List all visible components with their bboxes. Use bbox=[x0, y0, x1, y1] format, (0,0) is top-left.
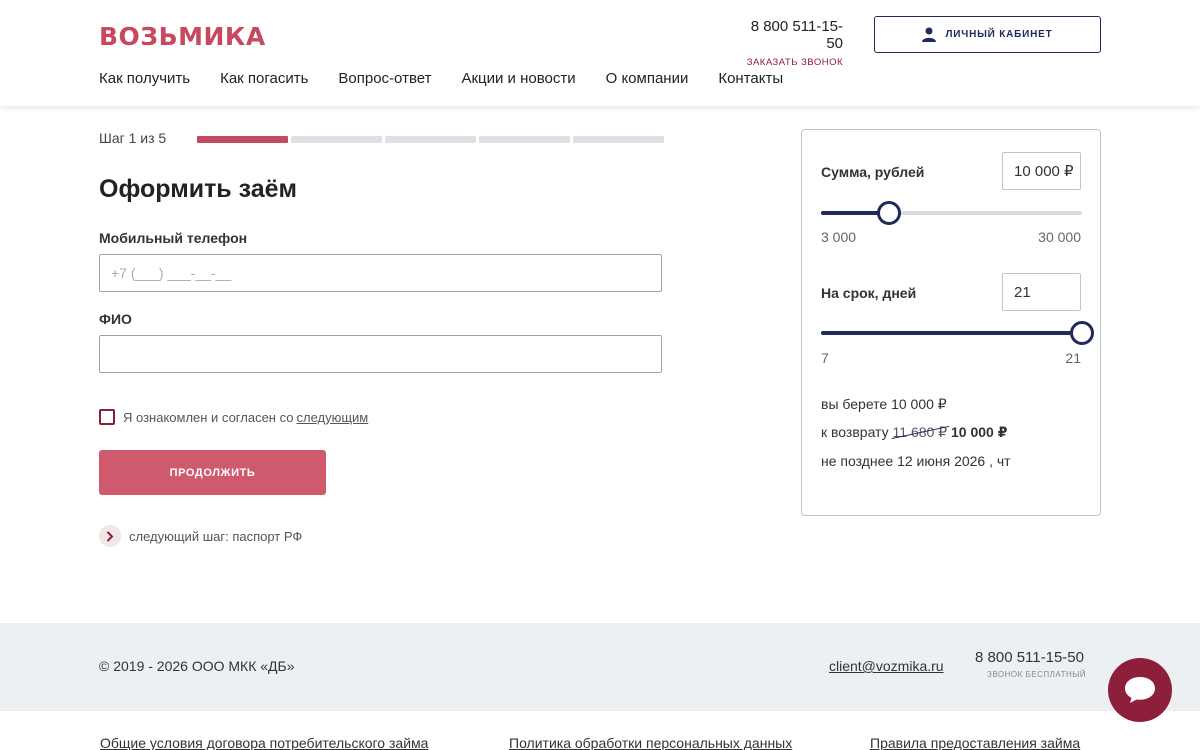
footer-link-general-terms[interactable]: Общие условия договора потребительского … bbox=[100, 735, 428, 750]
term-slider[interactable] bbox=[821, 321, 1094, 345]
step-progress-segment bbox=[479, 136, 570, 143]
page-title: Оформить заём bbox=[99, 175, 298, 203]
chat-bubble-icon bbox=[1125, 677, 1155, 703]
nav-item-about[interactable]: О компании bbox=[606, 70, 689, 87]
next-step-hint: следующий шаг: паспорт РФ bbox=[99, 525, 302, 547]
term-max: 21 bbox=[1065, 350, 1081, 366]
nav-item-contacts[interactable]: Контакты bbox=[718, 70, 783, 87]
footer-link-privacy-policy[interactable]: Политика обработки персональных данных bbox=[509, 735, 792, 750]
return-prefix: к возврату bbox=[821, 424, 889, 440]
footer-link-loan-rules[interactable]: Правила предоставления займа bbox=[870, 735, 1080, 750]
personal-cabinet-label: ЛИЧНЫЙ КАБИНЕТ bbox=[945, 29, 1053, 40]
header-phone-block: 8 800 511-15-50 заказать звонок bbox=[735, 18, 843, 68]
agreement-checkbox[interactable] bbox=[99, 409, 115, 425]
header-phone[interactable]: 8 800 511-15-50 bbox=[735, 18, 843, 52]
step-progress-segment bbox=[573, 136, 664, 143]
agreement-text: Я ознакомлен и согласен со bbox=[123, 409, 294, 425]
term-slider-thumb[interactable] bbox=[1070, 321, 1094, 345]
chevron-right-icon bbox=[99, 525, 121, 547]
fio-input[interactable] bbox=[99, 335, 662, 373]
loan-calculator: Сумма, рублей 10 000 ₽ 3 000 30 000 На с… bbox=[801, 129, 1101, 516]
step-progress-segment bbox=[197, 136, 288, 143]
logo[interactable]: ВОЗЬМИКА bbox=[99, 22, 266, 51]
amount-min: 3 000 bbox=[821, 229, 857, 245]
term-min: 7 bbox=[821, 350, 829, 366]
fio-label: ФИО bbox=[99, 311, 132, 327]
personal-cabinet-button[interactable]: ЛИЧНЫЙ КАБИНЕТ bbox=[874, 16, 1101, 53]
step-progress-segment bbox=[385, 136, 476, 143]
chat-button[interactable] bbox=[1108, 658, 1172, 722]
term-input[interactable]: 21 bbox=[1002, 273, 1081, 311]
nav-item-news[interactable]: Акции и новости bbox=[461, 70, 575, 87]
next-step-text: следующий шаг: паспорт РФ bbox=[129, 528, 303, 544]
take-amount: вы берете 10 000 ₽ bbox=[821, 396, 947, 412]
deadline: не позднее 12 июня 2026 , чт bbox=[821, 453, 1011, 469]
footer-free-call: звонок бесплатный bbox=[987, 670, 1087, 679]
user-icon bbox=[922, 27, 937, 42]
amount-slider[interactable] bbox=[821, 201, 1082, 225]
amount-label: Сумма, рублей bbox=[821, 164, 925, 180]
nav-item-how-to-get[interactable]: Как получить bbox=[99, 70, 190, 87]
agreement-link[interactable]: следующим bbox=[296, 410, 368, 425]
step-progress-segment bbox=[291, 136, 382, 143]
return-amount: к возврату 11 680 ₽ 10 000 ₽ bbox=[821, 424, 1007, 441]
site-footer: © 2019 - 2026 ООО МКК «ДБ» client@vozmik… bbox=[0, 623, 1200, 711]
nav-item-faq[interactable]: Вопрос-ответ bbox=[338, 70, 431, 87]
amount-max: 30 000 bbox=[1038, 229, 1081, 245]
nav-item-how-to-repay[interactable]: Как погасить bbox=[220, 70, 308, 87]
callback-link[interactable]: заказать звонок bbox=[735, 57, 843, 68]
main-nav: Как получить Как погасить Вопрос-ответ А… bbox=[99, 70, 783, 87]
step-label: Шаг 1 из 5 bbox=[99, 130, 167, 146]
return-new-amount: 10 000 ₽ bbox=[950, 424, 1008, 440]
amount-slider-thumb[interactable] bbox=[876, 201, 901, 225]
return-old-amount: 11 680 ₽ bbox=[892, 424, 948, 440]
agreement: Я ознакомлен и согласен со следующим bbox=[99, 409, 368, 425]
amount-input[interactable]: 10 000 ₽ bbox=[1002, 152, 1081, 190]
footer-email-link[interactable]: client@vozmika.ru bbox=[829, 658, 944, 674]
footer-phone[interactable]: 8 800 511-15-50 bbox=[975, 649, 1084, 666]
phone-input[interactable] bbox=[99, 254, 662, 292]
step-progress bbox=[197, 136, 664, 143]
term-label: На срок, дней bbox=[821, 285, 917, 301]
copyright: © 2019 - 2026 ООО МКК «ДБ» bbox=[99, 658, 295, 674]
term-slider-fill bbox=[821, 331, 1082, 335]
phone-label: Мобильный телефон bbox=[99, 230, 248, 246]
continue-button[interactable]: продолжить bbox=[99, 450, 326, 495]
site-header: ВОЗЬМИКА 8 800 511-15-50 заказать звонок… bbox=[0, 0, 1200, 106]
